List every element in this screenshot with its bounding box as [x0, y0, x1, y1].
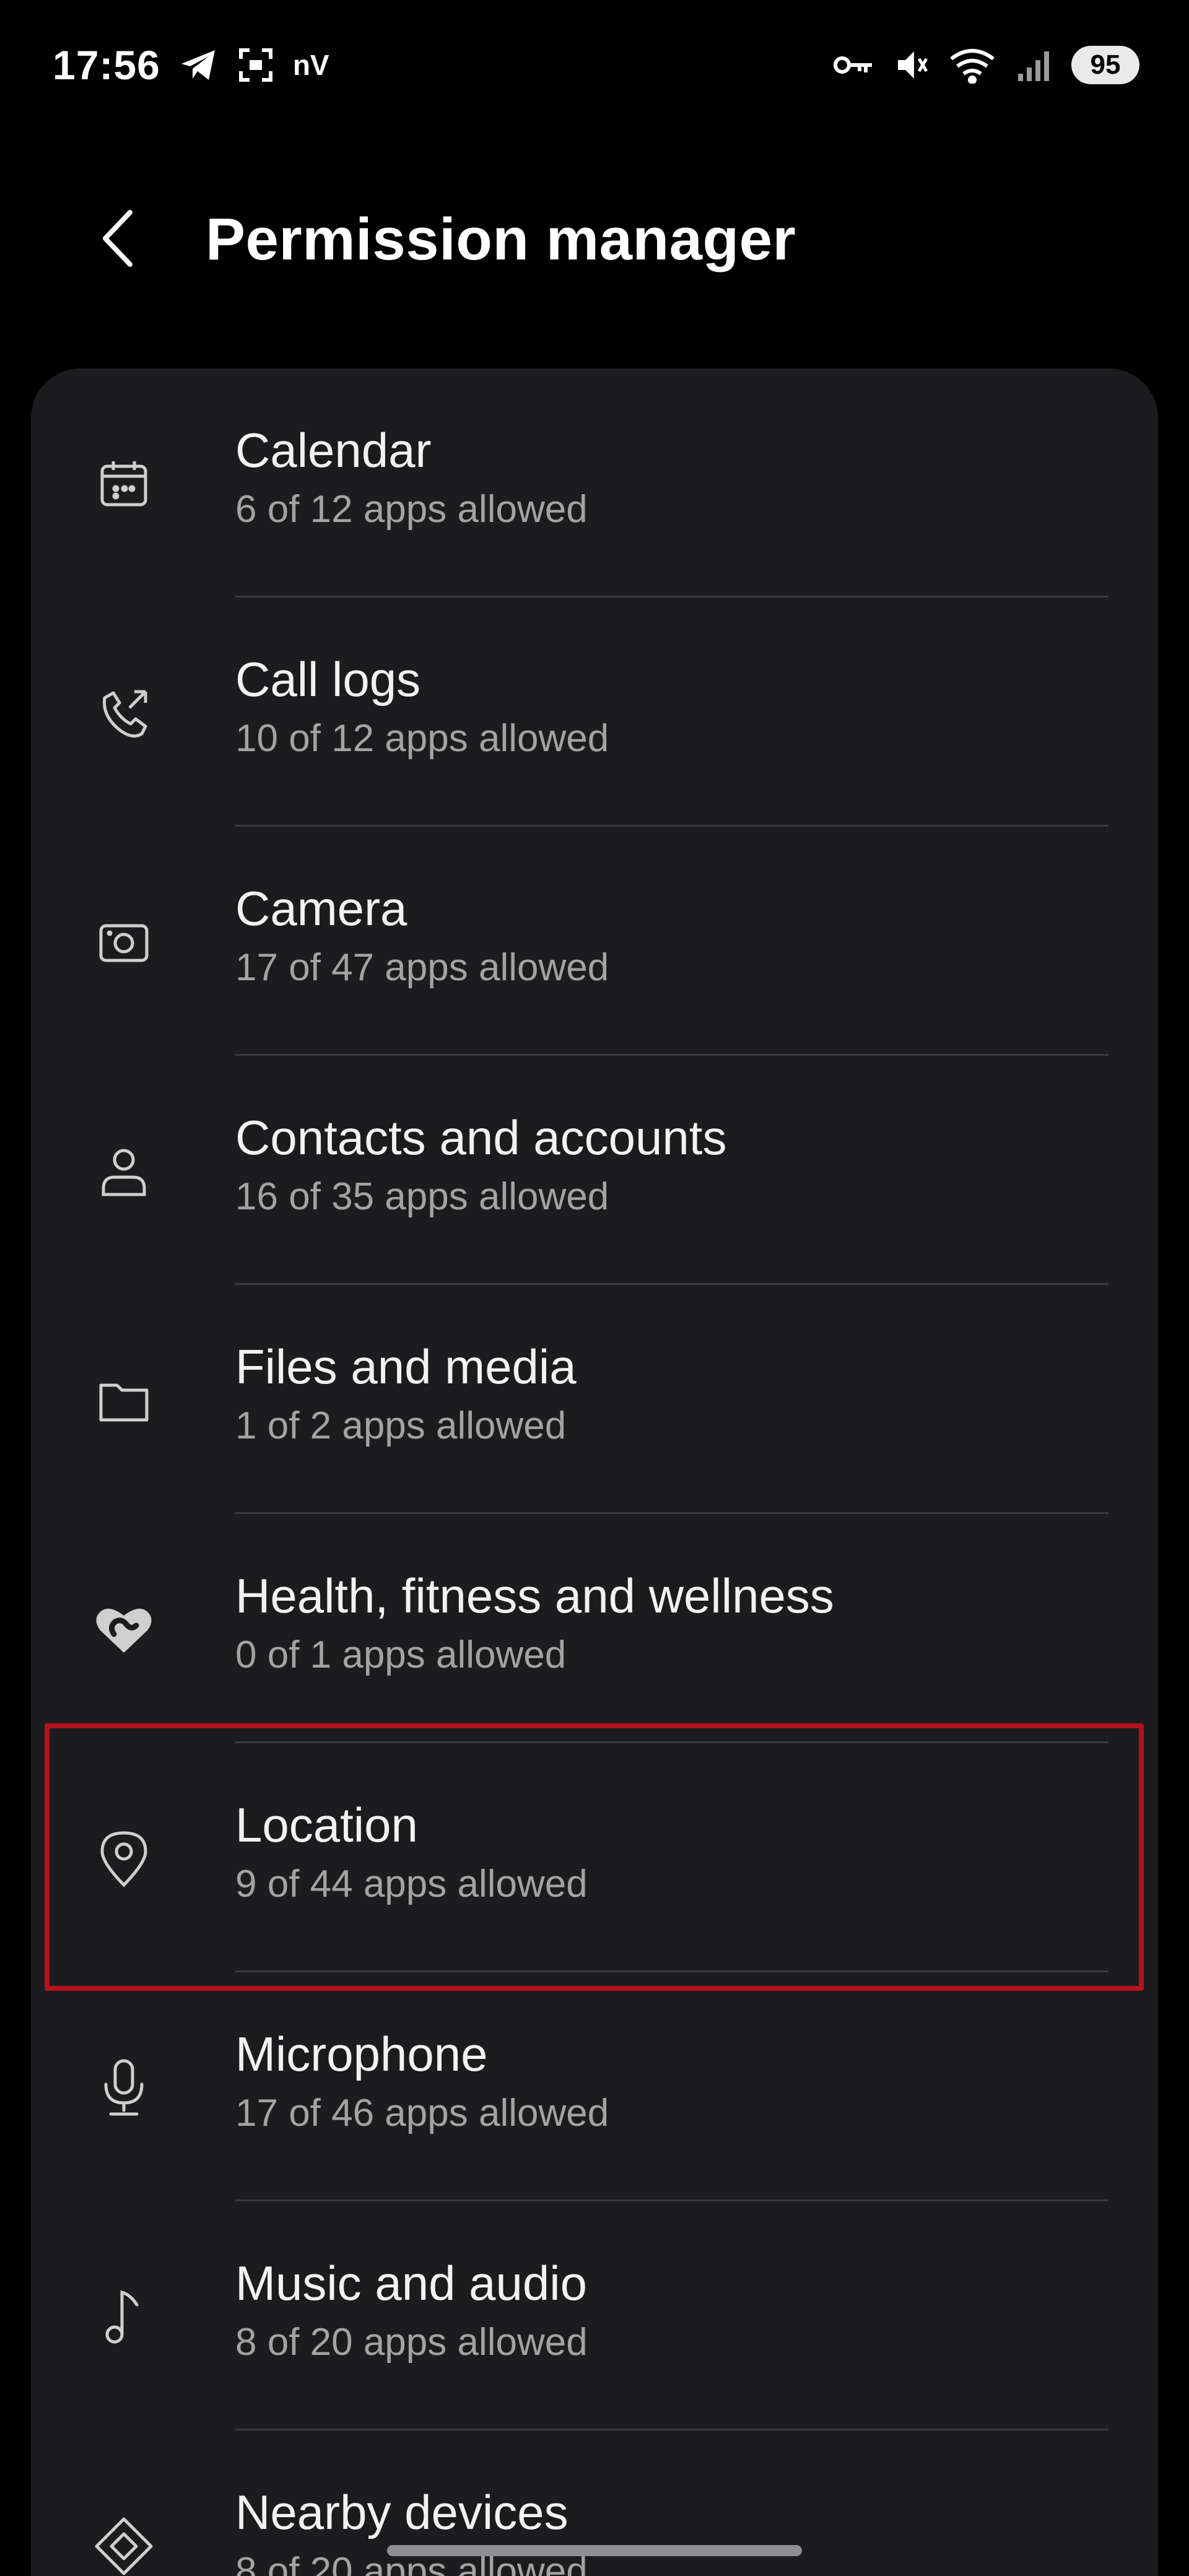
permission-text: Contacts and accounts 16 of 35 apps allo… [235, 1110, 727, 1218]
health-icon [90, 1596, 158, 1664]
music-note-icon [90, 2283, 158, 2351]
permission-item-microphone[interactable]: Microphone 17 of 46 apps allowed [31, 1972, 1158, 2201]
permission-manager-screen: 17:56 nV 95 Permission manager Calendar … [0, 0, 1189, 2576]
permission-text: Camera 17 of 47 apps allowed [235, 882, 609, 989]
permission-label: Microphone [235, 2027, 488, 2081]
nearby-devices-icon [90, 2512, 158, 2576]
status-right: 95 [832, 46, 1139, 84]
permission-label: Camera [235, 881, 407, 936]
permission-item-contacts[interactable]: Contacts and accounts 16 of 35 apps allo… [31, 1056, 1158, 1285]
permission-text: Music and audio 8 of 20 apps allowed [235, 2256, 588, 2364]
telegram-icon [179, 46, 219, 84]
permission-label: Contacts and accounts [235, 1110, 727, 1165]
permission-summary: 0 of 1 apps allowed [235, 1633, 567, 1676]
permission-summary: 1 of 2 apps allowed [235, 1404, 567, 1447]
permission-item-location[interactable]: Location 9 of 44 apps allowed [31, 1743, 1158, 1972]
chevron-left-icon [99, 209, 136, 268]
permission-label: Nearby devices [235, 2485, 568, 2539]
wifi-icon [947, 46, 997, 84]
permission-item-music[interactable]: Music and audio 8 of 20 apps allowed [31, 2201, 1158, 2430]
person-icon [90, 1138, 158, 1206]
call-log-icon [90, 679, 158, 747]
status-carrier-text: nV [292, 49, 329, 81]
signal-icon [1016, 46, 1053, 84]
home-gesture-bar[interactable] [387, 2545, 802, 2556]
permission-item-calendar[interactable]: Calendar 6 of 12 apps allowed [31, 368, 1158, 598]
vpn-key-icon [832, 53, 876, 77]
status-bar: 17:56 nV 95 [0, 0, 1189, 130]
screenshot-icon [237, 46, 274, 84]
permission-summary: 17 of 47 apps allowed [235, 946, 609, 989]
permission-label: Call logs [235, 652, 421, 707]
permission-label: Files and media [235, 1339, 577, 1394]
camera-icon [90, 908, 158, 977]
permission-item-health[interactable]: Health, fitness and wellness 0 of 1 apps… [31, 1514, 1158, 1743]
permission-text: Nearby devices 8 of 20 apps allowed [235, 2486, 588, 2576]
calendar-icon [90, 450, 158, 518]
permission-text: Files and media 1 of 2 apps allowed [235, 1339, 577, 1447]
microphone-icon [90, 2054, 158, 2122]
permission-summary: 8 of 20 apps allowed [235, 2320, 588, 2364]
page-title: Permission manager [206, 206, 796, 272]
status-left: 17:56 nV [53, 41, 329, 89]
permission-text: Microphone 17 of 46 apps allowed [235, 2027, 609, 2134]
permission-text: Calendar 6 of 12 apps allowed [235, 424, 588, 531]
status-time: 17:56 [53, 42, 160, 88]
location-pin-icon [90, 1825, 158, 1893]
permission-label: Health, fitness and wellness [235, 1569, 834, 1623]
permission-label: Location [235, 1798, 418, 1852]
back-button[interactable] [87, 204, 149, 272]
battery-indicator: 95 [1071, 46, 1139, 84]
mute-icon [894, 46, 929, 84]
permission-item-files[interactable]: Files and media 1 of 2 apps allowed [31, 1285, 1158, 1514]
permission-label: Music and audio [235, 2256, 588, 2310]
permission-summary: 10 of 12 apps allowed [235, 716, 609, 760]
app-bar: Permission manager [0, 180, 1189, 297]
permission-item-call-logs[interactable]: Call logs 10 of 12 apps allowed [31, 598, 1158, 827]
permission-text: Call logs 10 of 12 apps allowed [235, 653, 609, 760]
permission-item-camera[interactable]: Camera 17 of 47 apps allowed [31, 827, 1158, 1056]
permission-summary: 9 of 44 apps allowed [235, 1862, 588, 1905]
permission-summary: 17 of 46 apps allowed [235, 2091, 609, 2134]
permission-text: Location 9 of 44 apps allowed [235, 1798, 588, 1905]
folder-icon [90, 1367, 158, 1435]
permission-summary: 16 of 35 apps allowed [235, 1175, 609, 1218]
permission-text: Health, fitness and wellness 0 of 1 apps… [235, 1569, 834, 1676]
permission-label: Calendar [235, 423, 432, 477]
permission-list: Calendar 6 of 12 apps allowed Call logs … [31, 368, 1158, 2576]
permission-summary: 6 of 12 apps allowed [235, 487, 588, 531]
